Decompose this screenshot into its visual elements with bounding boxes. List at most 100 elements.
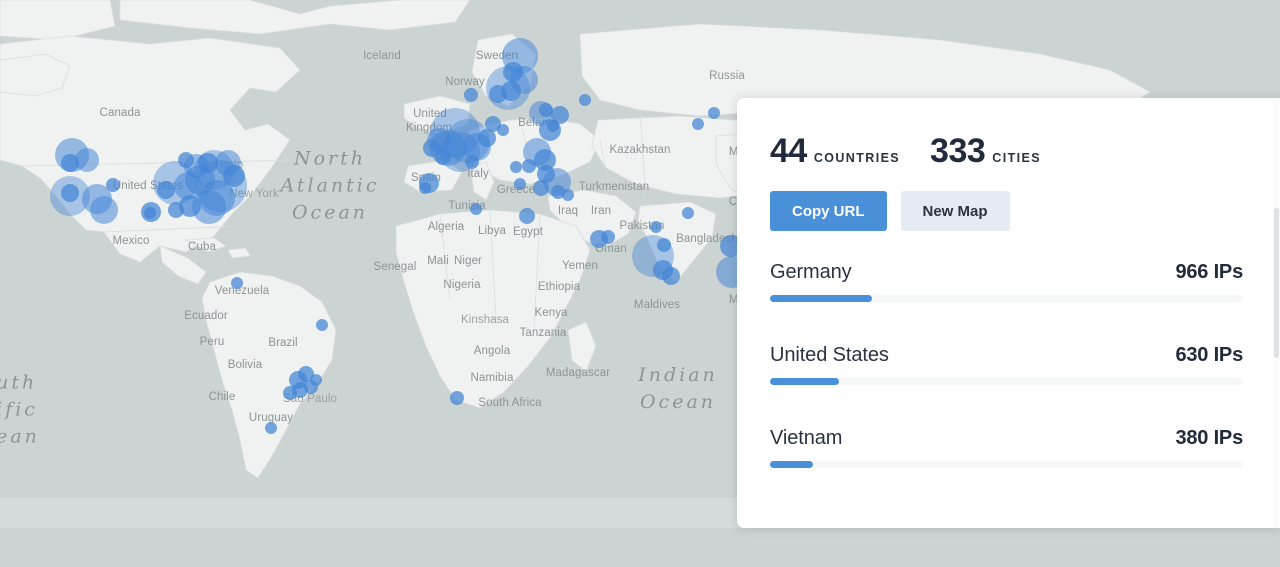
- country-row-header: Germany 966 IPs: [770, 261, 1243, 284]
- map-datapoint-dot[interactable]: [310, 374, 322, 386]
- map-place-label: Senegal: [373, 261, 417, 273]
- map-datapoint-dot[interactable]: [450, 391, 464, 405]
- map-place-label: Iraq: [557, 205, 579, 217]
- map-datapoint-dot[interactable]: [514, 178, 526, 190]
- map-datapoint-dot[interactable]: [231, 277, 243, 289]
- country-ip-count: 630 IPs: [1175, 344, 1243, 366]
- country-list-item[interactable]: Germany 966 IPs: [770, 261, 1243, 302]
- stat-cities: 333 CITIES: [930, 134, 1041, 168]
- stats-panel: 44 COUNTRIES 333 CITIES Copy URL New Map…: [737, 98, 1280, 528]
- map-datapoint-dot[interactable]: [510, 161, 522, 173]
- country-row-header: Vietnam 380 IPs: [770, 427, 1243, 450]
- map-application: North Atlantic Ocean Indian Ocean uth if…: [0, 0, 1280, 567]
- country-list-item[interactable]: Vietnam 380 IPs: [770, 427, 1243, 468]
- panel-scrollbar[interactable]: [1273, 98, 1280, 528]
- country-bar-track: [770, 378, 1243, 385]
- map-datapoint-dot[interactable]: [601, 230, 615, 244]
- map-place-label: Libya: [478, 225, 506, 237]
- map-place-label: Iceland: [363, 50, 401, 62]
- map-datapoint-dot[interactable]: [61, 184, 79, 202]
- country-ip-count: 966 IPs: [1175, 261, 1243, 283]
- map-place-label: Norway: [445, 76, 485, 88]
- ocean-label-south-pacific: uth ific ean: [0, 371, 40, 448]
- map-place-label: Algeria: [427, 221, 465, 233]
- map-datapoint-dot[interactable]: [650, 221, 662, 233]
- map-datapoint-dot[interactable]: [682, 207, 694, 219]
- map-place-label: Chile: [208, 391, 236, 403]
- country-name: Germany: [770, 261, 852, 283]
- map-datapoint-dot[interactable]: [435, 149, 451, 165]
- map-datapoint-dot[interactable]: [168, 202, 184, 218]
- country-bar-fill: [770, 295, 872, 302]
- new-map-button[interactable]: New Map: [900, 191, 1010, 231]
- stat-countries: 44 COUNTRIES: [770, 134, 900, 168]
- map-datapoint-dot[interactable]: [465, 155, 479, 169]
- map-datapoint-dot[interactable]: [106, 178, 120, 192]
- country-bar-track: [770, 461, 1243, 468]
- map-place-label: Iran: [590, 205, 612, 217]
- map-datapoint-dot[interactable]: [265, 422, 277, 434]
- map-place-label: Tanzania: [519, 327, 567, 339]
- map-datapoint-dot[interactable]: [662, 267, 680, 285]
- country-bar-fill: [770, 461, 813, 468]
- map-place-label: Mexico: [112, 235, 150, 247]
- map-place-label: Venezuela: [214, 285, 270, 297]
- map-place-label: Kinshasa: [460, 314, 510, 326]
- map-datapoint-dot[interactable]: [464, 88, 478, 102]
- ocean-label-north-atlantic: North Atlantic Ocean: [280, 147, 380, 224]
- ocean-label-indian: Indian Ocean: [638, 364, 718, 413]
- map-place-label: Kazakhstan: [609, 144, 671, 156]
- map-place-label: Madagascar: [545, 367, 611, 379]
- map-place-label: Canada: [99, 107, 141, 119]
- country-ip-count: 380 IPs: [1175, 427, 1243, 449]
- map-datapoint-dot[interactable]: [316, 319, 328, 331]
- panel-scrollbar-thumb[interactable]: [1274, 208, 1279, 358]
- map-datapoint-dot[interactable]: [692, 118, 704, 130]
- map-place-label: South Africa: [478, 397, 542, 409]
- map-place-label: Egypt: [513, 226, 543, 238]
- country-name: Vietnam: [770, 427, 843, 449]
- map-datapoint-dot[interactable]: [547, 120, 559, 132]
- map-place-label: C: [728, 196, 738, 208]
- countries-count: 44: [770, 132, 807, 170]
- map-datapoint-dot[interactable]: [562, 189, 574, 201]
- map-datapoint-dot[interactable]: [579, 94, 591, 106]
- country-list-item[interactable]: United States 630 IPs: [770, 344, 1243, 385]
- map-place-label: Namibia: [470, 372, 514, 384]
- map-place-label: Italy: [467, 168, 489, 180]
- map-datapoint-dot[interactable]: [283, 386, 297, 400]
- map-datapoint-dot[interactable]: [497, 124, 509, 136]
- map-datapoint-dot[interactable]: [708, 107, 720, 119]
- map-datapoint-dot[interactable]: [223, 165, 245, 187]
- map-datapoint-dot[interactable]: [157, 181, 175, 199]
- map-datapoint-dot[interactable]: [470, 203, 482, 215]
- map-datapoint-dot[interactable]: [75, 148, 99, 172]
- map-place-label: Nigeria: [443, 279, 481, 291]
- map-datapoint-dot[interactable]: [533, 180, 549, 196]
- map-place-label: Kenya: [534, 307, 568, 319]
- copy-url-button[interactable]: Copy URL: [770, 191, 887, 231]
- map-datapoint-dot[interactable]: [144, 207, 156, 219]
- map-datapoint-dot[interactable]: [178, 152, 194, 168]
- summary-stats: 44 COUNTRIES 333 CITIES: [770, 134, 1243, 168]
- map-place-label: Mali: [427, 255, 449, 267]
- map-place-label: Cuba: [188, 241, 216, 253]
- country-name: United States: [770, 344, 889, 366]
- map-datapoint-dot[interactable]: [90, 196, 118, 224]
- cities-label: CITIES: [992, 151, 1041, 165]
- country-list: Germany 966 IPs United States 630 IPs Vietna…: [770, 261, 1243, 468]
- map-place-label: Angola: [473, 345, 511, 357]
- country-row-header: United States 630 IPs: [770, 344, 1243, 367]
- map-place-label: Yemen: [562, 260, 598, 272]
- map-place-label: Russia: [709, 70, 745, 82]
- countries-label: COUNTRIES: [813, 151, 901, 165]
- map-place-label: Turkmenistan: [578, 181, 650, 193]
- map-place-label: Peru: [199, 336, 225, 348]
- map-place-label: Niger: [454, 255, 482, 267]
- map-datapoint-dot[interactable]: [657, 238, 671, 252]
- map-datapoint-dot[interactable]: [522, 159, 536, 173]
- map-place-label: Brazil: [268, 337, 298, 349]
- map-datapoint-dot[interactable]: [419, 182, 431, 194]
- map-datapoint-dot[interactable]: [489, 85, 507, 103]
- map-datapoint-dot[interactable]: [519, 208, 535, 224]
